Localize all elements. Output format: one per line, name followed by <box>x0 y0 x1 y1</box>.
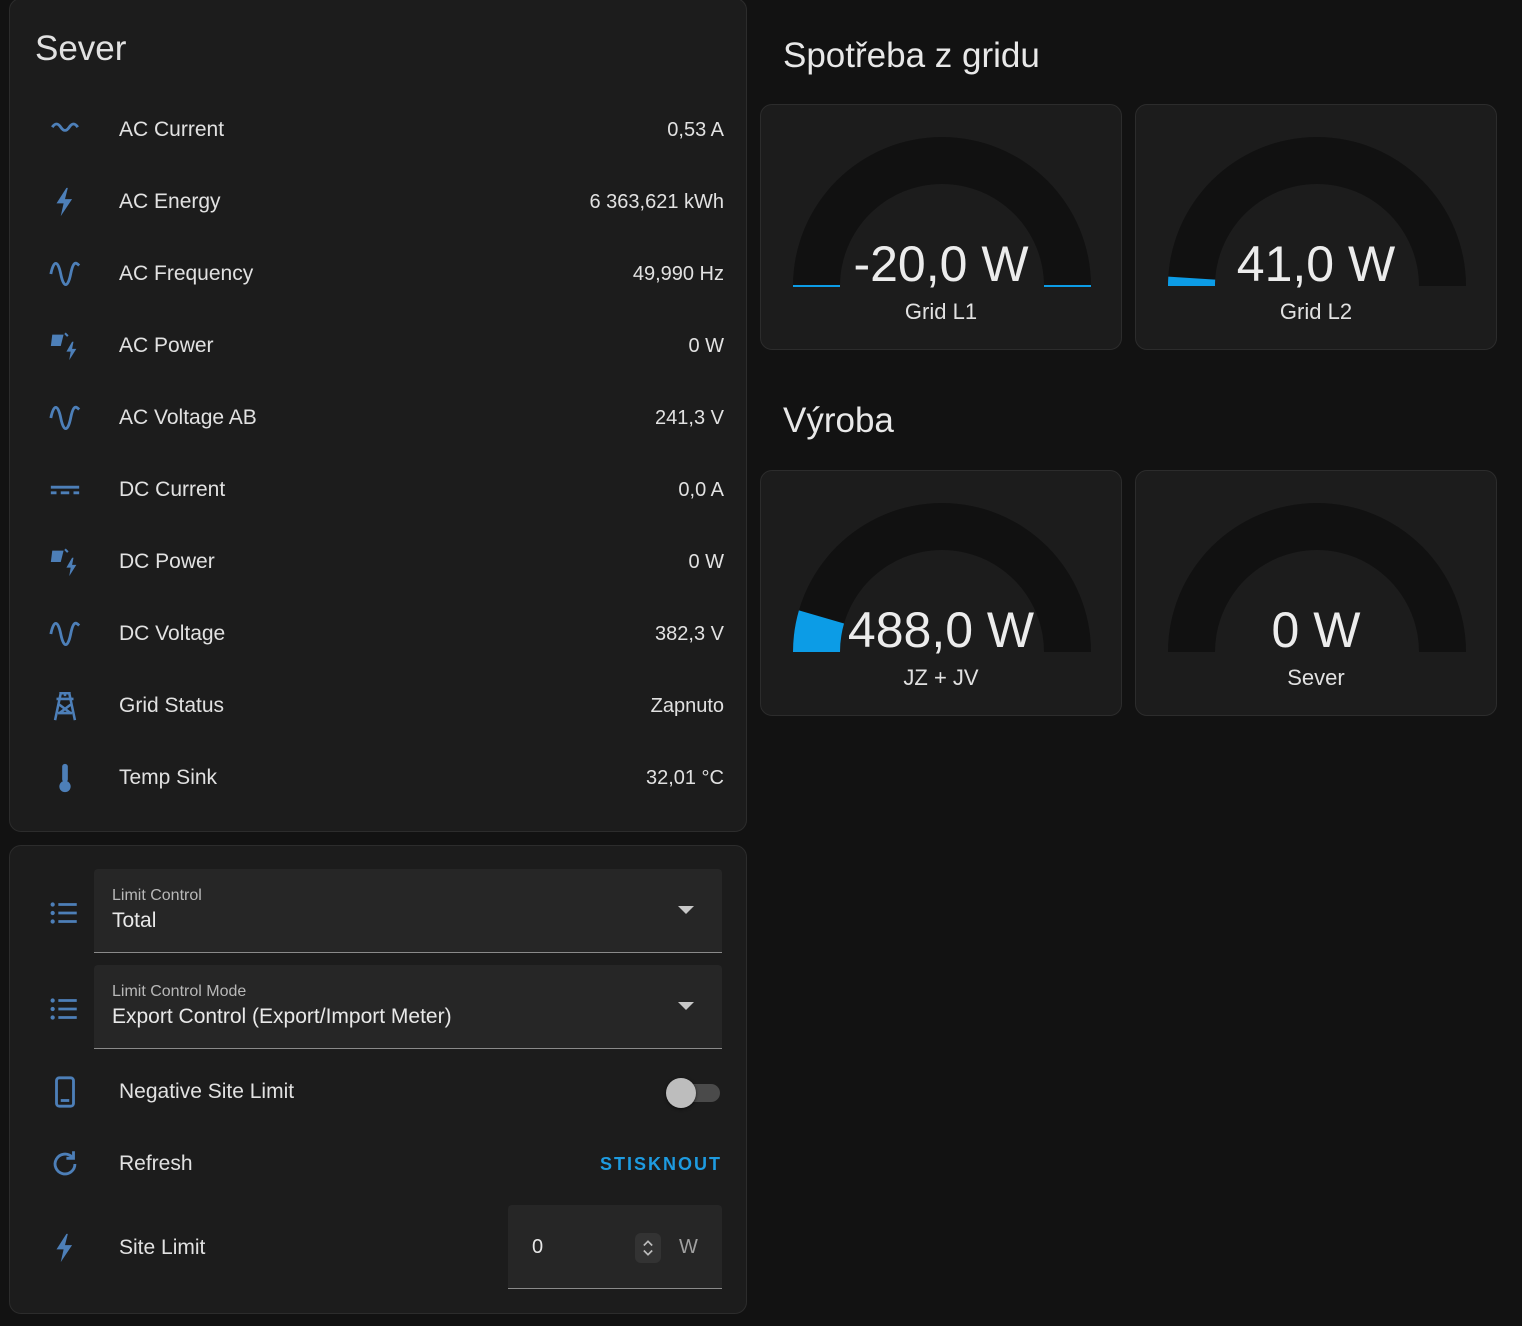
entity-row-grid-status[interactable]: Grid Status Zapnuto <box>10 670 748 742</box>
gauge-card-sever[interactable]: 0 W Sever <box>1135 470 1497 716</box>
limit-control-mode-select[interactable]: Limit Control Mode Export Control (Expor… <box>94 965 722 1049</box>
entity-row-ac-energy[interactable]: AC Energy 6 363,621 kWh <box>10 166 748 238</box>
entity-value: 382,3 V <box>655 622 724 645</box>
toggle-thumb <box>666 1078 696 1108</box>
entity-name: Temp Sink <box>119 766 218 789</box>
entity-name: AC Voltage AB <box>119 406 257 429</box>
negative-site-limit-toggle[interactable] <box>666 1078 720 1108</box>
site-limit-unit: W <box>679 1236 698 1258</box>
gauge-name: Sever <box>1287 665 1345 690</box>
entity-row-ac-power[interactable]: AC Power 0 W <box>10 310 748 382</box>
entity-value: 6 363,621 kWh <box>589 190 724 213</box>
gauge-card-jz-jv[interactable]: 488,0 W JZ + JV <box>760 470 1122 716</box>
entity-name: DC Power <box>119 550 215 573</box>
solar-power-icon <box>47 544 83 580</box>
entity-name: Grid Status <box>119 694 225 717</box>
entity-value: 241,3 V <box>655 406 724 429</box>
caret-down-icon[interactable] <box>678 1002 694 1010</box>
entity-row-dc-voltage[interactable]: DC Voltage 382,3 V <box>10 598 748 670</box>
entity-name: Negative Site Limit <box>119 1080 295 1103</box>
solar-power-icon <box>47 328 83 364</box>
sine-wave-icon <box>47 400 83 436</box>
gauge-card-grid-l1[interactable]: -20,0 W Grid L1 <box>760 104 1122 350</box>
lightning-bolt-icon <box>47 184 83 220</box>
entity-row-ac-voltage-ab[interactable]: AC Voltage AB 241,3 V <box>10 382 748 454</box>
transmission-tower-icon <box>47 688 83 724</box>
refresh-press-button[interactable]: STISKNOUT <box>600 1154 722 1175</box>
format-list-bulleted-icon <box>47 896 83 932</box>
site-limit-value[interactable]: 0 <box>532 1236 543 1259</box>
entity-row-temp-sink[interactable]: Temp Sink 32,01 °C <box>10 742 748 814</box>
entity-value: 0,53 A <box>667 118 724 141</box>
entity-name: DC Voltage <box>119 622 226 645</box>
entity-row-dc-power[interactable]: DC Power 0 W <box>10 526 748 598</box>
gauge-value: 41,0 W <box>1236 236 1396 292</box>
sine-wave-icon <box>47 616 83 652</box>
gauge-value: 0 W <box>1271 602 1361 658</box>
entity-row-ac-current[interactable]: AC Current 0,53 A <box>10 94 748 166</box>
gauge-value: -20,0 W <box>853 236 1029 292</box>
select-label: Limit Control <box>112 887 202 904</box>
entity-name: AC Frequency <box>119 262 254 285</box>
negative-site-limit-row: Negative Site Limit <box>10 1056 748 1128</box>
entities-card: Sever AC Current 0,53 A AC Energy 6 363,… <box>9 0 747 832</box>
entity-name: AC Power <box>119 334 214 357</box>
controls-card: Limit Control Total Limit Control Mode E… <box>9 845 747 1314</box>
entity-value: 32,01 °C <box>645 766 724 789</box>
entity-value: 0 W <box>688 334 724 357</box>
entity-value: 49,990 Hz <box>632 262 724 285</box>
lightning-bolt-icon <box>47 1230 83 1266</box>
entity-value: Zapnuto <box>650 694 724 717</box>
caret-down-icon[interactable] <box>678 906 694 914</box>
gauge-card-grid-l2[interactable]: 41,0 W Grid L2 <box>1135 104 1497 350</box>
sine-wave-current-icon <box>47 112 83 148</box>
number-stepper-icon[interactable] <box>635 1233 661 1263</box>
select-value: Total <box>112 909 157 932</box>
gauge-name: Grid L2 <box>1279 299 1353 324</box>
entity-row-ac-frequency[interactable]: AC Frequency 49,990 Hz <box>10 238 748 310</box>
select-label: Limit Control Mode <box>112 983 247 1000</box>
entity-row-dc-current[interactable]: DC Current 0,0 A <box>10 454 748 526</box>
entity-name: AC Energy <box>119 190 221 213</box>
limit-control-select[interactable]: Limit Control Total <box>94 869 722 953</box>
format-list-bulleted-icon <box>47 992 83 1028</box>
thermometer-icon <box>47 760 83 796</box>
gauge-value: 488,0 W <box>847 602 1035 658</box>
entity-value: 0,0 A <box>678 478 724 501</box>
select-value: Export Control (Export/Import Meter) <box>112 1005 452 1028</box>
entity-value: 0 W <box>688 550 724 573</box>
sine-wave-icon <box>47 256 83 292</box>
refresh-icon <box>47 1146 83 1182</box>
production-section-title: Výroba <box>783 401 894 440</box>
entity-name: AC Current <box>119 118 225 141</box>
current-dc-icon <box>47 472 83 508</box>
grid-section-title: Spotřeba z gridu <box>783 36 1040 75</box>
entity-name: Site Limit <box>119 1236 206 1259</box>
card-title: Sever <box>35 29 127 68</box>
refresh-row: Refresh STISKNOUT <box>10 1128 748 1200</box>
entity-name: DC Current <box>119 478 226 501</box>
site-limit-input[interactable]: 0 W <box>508 1205 722 1289</box>
gauge-name: JZ + JV <box>903 665 979 690</box>
tablet-icon <box>47 1074 83 1110</box>
gauge-name: Grid L1 <box>904 299 978 324</box>
entity-name: Refresh <box>119 1152 193 1175</box>
